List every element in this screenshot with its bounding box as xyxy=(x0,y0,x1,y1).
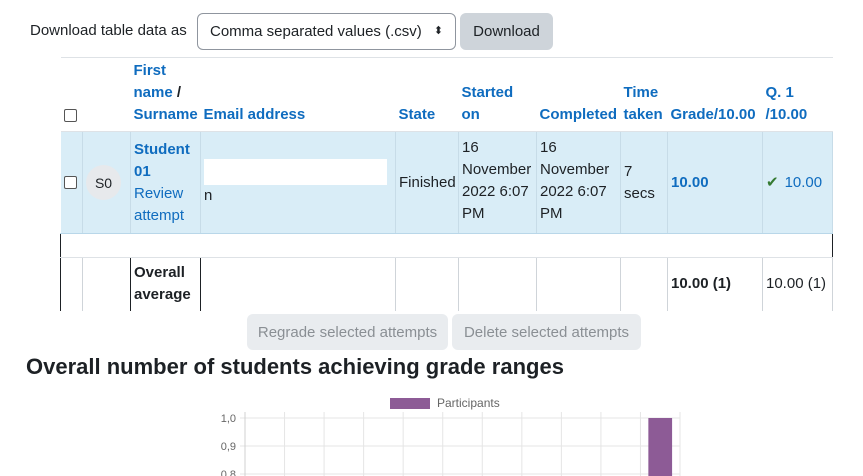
chart-plot-area: 1,0 0,9 0,8 xyxy=(221,412,681,476)
legend-label: Participants xyxy=(437,396,500,410)
state-cell: Finished xyxy=(395,131,459,234)
review-attempt-link[interactable]: Review attempt xyxy=(134,183,197,227)
avg-q1-cell: 10.00 (1) xyxy=(762,257,833,311)
avg-empty-cell xyxy=(60,257,83,311)
select-all-cell xyxy=(60,57,83,132)
email-header[interactable]: Email address xyxy=(200,57,396,132)
time-cell: 7 secs xyxy=(620,131,668,234)
completed-cell: 16 November 2022 6:07 PM xyxy=(536,131,621,234)
sort-first-name-link[interactable]: First name xyxy=(134,62,173,101)
q1-grade-link[interactable]: 10.00 xyxy=(785,174,823,191)
name-slash: / xyxy=(176,84,182,101)
row-checkbox[interactable] xyxy=(63,176,77,190)
avatar[interactable]: S0 xyxy=(86,165,121,200)
grade-header[interactable]: Grade/10.00 xyxy=(667,57,763,132)
name-header: First name / Surname xyxy=(130,57,201,132)
avg-empty-cell xyxy=(395,257,459,311)
sort-surname-link[interactable]: Surname xyxy=(134,106,198,123)
email-redaction xyxy=(204,158,387,185)
avg-label-cell: Overall average xyxy=(130,257,201,311)
chart-bar xyxy=(648,418,673,476)
avg-grade-cell: 10.00 (1) xyxy=(667,257,763,311)
avg-empty-cell xyxy=(200,257,396,311)
download-format-select[interactable]: Comma separated values (.csv) ⬍ xyxy=(197,13,456,50)
y-tick-label: 1,0 xyxy=(221,413,236,425)
completed-header[interactable]: Completed xyxy=(536,57,621,132)
table-header-row: First name / Surname Email address State… xyxy=(60,57,833,132)
select-all-checkbox[interactable] xyxy=(63,108,77,122)
y-tick-label: 0,8 xyxy=(221,469,236,476)
avg-empty-cell xyxy=(536,257,621,311)
delete-selected-button[interactable]: Delete selected attempts xyxy=(452,314,641,350)
grade-ranges-chart: Participants 1,0 0,9 0,8 xyxy=(221,396,681,476)
download-label: Download table data as xyxy=(30,22,187,39)
grade-cell: 10.00 xyxy=(667,131,763,234)
download-format-value: Comma separated values (.csv) xyxy=(210,23,422,40)
row-select-cell xyxy=(60,131,83,234)
email-tail: n xyxy=(204,186,213,204)
avatar-header xyxy=(82,57,131,132)
q1-cell: ✔ 10.00 xyxy=(762,131,833,234)
email-cell: n xyxy=(200,131,396,234)
spacer-row xyxy=(60,233,833,258)
legend-swatch xyxy=(390,398,430,409)
correct-check-icon: ✔ xyxy=(766,173,779,191)
avg-empty-cell xyxy=(620,257,668,311)
avg-empty-cell xyxy=(458,257,537,311)
q1-header[interactable]: Q. 1 /10.00 xyxy=(762,57,833,132)
student-name-link[interactable]: Student 01 xyxy=(134,139,197,183)
table-row: S0 Student 01 Review attempt n Finished … xyxy=(60,131,833,234)
state-header[interactable]: State xyxy=(395,57,459,132)
avatar-cell: S0 xyxy=(82,131,131,234)
y-tick-label: 0,9 xyxy=(221,441,236,453)
regrade-selected-button[interactable]: Regrade selected attempts xyxy=(247,314,448,350)
time-header[interactable]: Time taken xyxy=(620,57,668,132)
started-header[interactable]: Started on xyxy=(458,57,537,132)
download-button[interactable]: Download xyxy=(460,13,553,50)
average-row: Overall average 10.00 (1) 10.00 (1) xyxy=(60,257,833,311)
grade-link[interactable]: 10.00 xyxy=(671,174,709,191)
started-cell: 16 November 2022 6:07 PM xyxy=(458,131,537,234)
section-title: Overall number of students achieving gra… xyxy=(26,354,564,379)
spacer-cell xyxy=(60,233,833,258)
student-name-cell: Student 01 Review attempt xyxy=(130,131,201,234)
attempts-table: First name / Surname Email address State… xyxy=(60,57,833,311)
avg-empty-cell xyxy=(82,257,131,311)
select-arrows-icon: ⬍ xyxy=(433,25,443,37)
